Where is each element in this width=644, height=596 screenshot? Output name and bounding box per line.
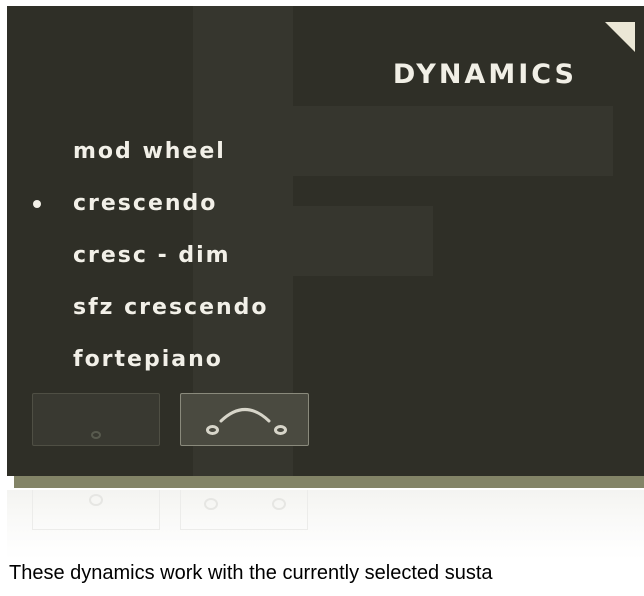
menu-item-mod-wheel[interactable]: mod wheel bbox=[29, 132, 269, 184]
reflection-button bbox=[180, 490, 308, 530]
panel-reflection bbox=[7, 490, 644, 560]
menu-item-crescendo[interactable]: crescendo bbox=[29, 184, 269, 236]
menu-item-fortepiano[interactable]: fortepiano bbox=[29, 340, 269, 392]
note-head-icon bbox=[272, 498, 286, 510]
menu-item-label: mod wheel bbox=[73, 139, 226, 164]
note-head-icon bbox=[206, 425, 219, 435]
single-note-button[interactable] bbox=[32, 393, 160, 446]
legato-slur-icon bbox=[219, 408, 271, 423]
dynamics-panel: DYNAMICS mod wheel crescendo cresc - dim… bbox=[7, 6, 644, 476]
menu-item-label: crescendo bbox=[73, 191, 218, 216]
note-head-icon bbox=[89, 494, 103, 506]
menu-item-label: fortepiano bbox=[73, 347, 223, 372]
single-note-icon bbox=[91, 431, 101, 439]
panel-title: DYNAMICS bbox=[392, 59, 577, 90]
menu-item-label: cresc - dim bbox=[73, 243, 231, 268]
reflection-button bbox=[32, 490, 160, 530]
watermark bbox=[293, 206, 433, 276]
note-head-icon bbox=[204, 498, 218, 510]
menu-item-sfz-crescendo[interactable]: sfz crescendo bbox=[29, 288, 269, 340]
dynamics-menu: mod wheel crescendo cresc - dim sfz cres… bbox=[29, 132, 269, 392]
legato-button[interactable] bbox=[180, 393, 309, 446]
menu-item-cresc-dim[interactable]: cresc - dim bbox=[29, 236, 269, 288]
menu-item-label: sfz crescendo bbox=[73, 295, 269, 320]
selected-bullet-icon bbox=[33, 200, 41, 208]
watermark bbox=[293, 106, 613, 176]
caption-text: These dynamics work with the currently s… bbox=[9, 562, 493, 584]
note-head-icon bbox=[274, 425, 287, 435]
corner-fold-icon[interactable] bbox=[605, 22, 635, 52]
